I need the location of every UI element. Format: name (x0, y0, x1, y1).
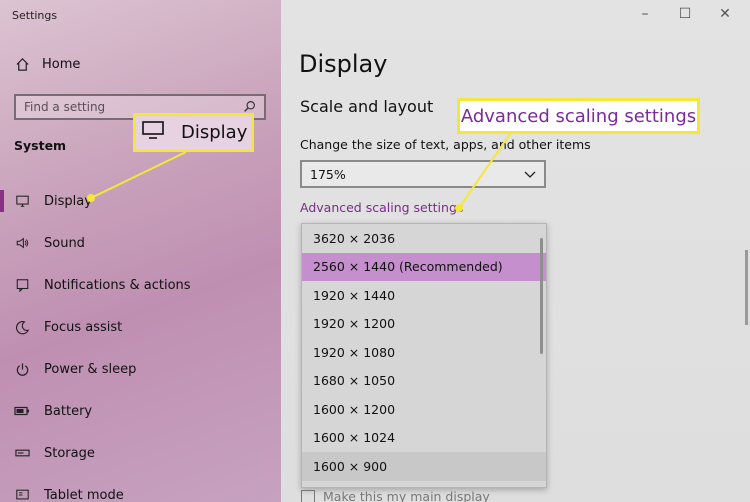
close-icon[interactable]: ✕ (718, 6, 732, 22)
section-title: Scale and layout (300, 97, 434, 116)
sidebar-item-label: Power & sleep (44, 361, 137, 377)
battery-icon (14, 403, 30, 419)
sidebar-item-label: Battery (44, 403, 93, 419)
monitor-icon (14, 193, 30, 209)
sidebar-item-tablet-mode[interactable]: Tablet mode (0, 474, 281, 502)
section-header-system: System (14, 138, 67, 153)
maximize-icon[interactable]: ☐ (678, 6, 692, 22)
sidebar-item-notifications[interactable]: Notifications & actions (0, 264, 281, 306)
sidebar-item-display[interactable]: Display (0, 180, 281, 222)
sidebar: Settings Home System Display (0, 0, 281, 502)
advanced-scaling-callout: Advanced scaling settings (457, 98, 700, 134)
display-callout-label: Display (181, 122, 248, 143)
notification-icon (14, 277, 30, 293)
main-display-checkbox[interactable] (301, 489, 315, 502)
chevron-down-icon (524, 167, 536, 182)
resolution-option[interactable]: 1920 × 1200 (302, 310, 546, 339)
settings-window: Settings Home System Display (0, 0, 750, 502)
scale-label: Change the size of text, apps, and other… (300, 137, 591, 152)
search-input[interactable] (24, 100, 243, 114)
resolution-dropdown-list[interactable]: 3620 × 2036 2560 × 1440 (Recommended) 19… (301, 223, 547, 488)
window-controls: – ☐ ✕ (638, 6, 732, 22)
tablet-icon (14, 487, 30, 502)
minimize-icon[interactable]: – (638, 6, 652, 22)
nav-list: Display Sound Notifications & actions Fo… (0, 180, 281, 502)
resolution-option[interactable]: 1600 × 1200 (302, 395, 546, 424)
scale-value: 175% (310, 166, 346, 182)
resolution-option[interactable]: 1920 × 1440 (302, 281, 546, 310)
home-nav-item[interactable]: Home (14, 56, 80, 72)
sidebar-item-label: Focus assist (44, 319, 123, 335)
sidebar-item-label: Tablet mode (44, 487, 124, 502)
advanced-scaling-link[interactable]: Advanced scaling settings (300, 200, 463, 215)
sidebar-item-sound[interactable]: Sound (0, 222, 281, 264)
power-icon (14, 361, 30, 377)
dropdown-scrollbar[interactable] (540, 238, 543, 354)
moon-icon (14, 319, 30, 335)
main-scrollbar[interactable] (745, 250, 748, 325)
monitor-icon (142, 121, 164, 144)
main-display-label: Make this my main display (323, 489, 490, 502)
speaker-icon (14, 235, 30, 251)
advanced-callout-label: Advanced scaling settings (460, 105, 697, 127)
resolution-option[interactable]: 1600 × 900 (302, 452, 546, 481)
sidebar-item-label: Sound (44, 235, 85, 251)
resolution-option[interactable]: 1680 × 1050 (302, 367, 546, 396)
main-display-option[interactable]: Make this my main display (301, 489, 490, 502)
sidebar-item-power-sleep[interactable]: Power & sleep (0, 348, 281, 390)
resolution-option-selected[interactable]: 2560 × 1440 (Recommended) (302, 252, 546, 281)
sidebar-item-label: Storage (44, 445, 95, 461)
sidebar-item-label: Notifications & actions (44, 277, 191, 293)
home-label: Home (42, 56, 81, 72)
storage-icon (14, 445, 30, 461)
main-pane: – ☐ ✕ Display Scale and layout Change th… (281, 0, 750, 502)
scale-dropdown[interactable]: 175% (300, 160, 546, 188)
sidebar-item-battery[interactable]: Battery (0, 390, 281, 432)
window-title: Settings (12, 9, 58, 22)
sidebar-item-focus-assist[interactable]: Focus assist (0, 306, 281, 348)
resolution-option[interactable]: 3620 × 2036 (302, 224, 546, 253)
resolution-option[interactable]: 1600 × 1024 (302, 424, 546, 453)
page-title: Display (299, 50, 388, 78)
sidebar-item-storage[interactable]: Storage (0, 432, 281, 474)
resolution-option[interactable]: 1920 × 1080 (302, 338, 546, 367)
home-icon (14, 56, 30, 72)
display-callout: Display (133, 113, 254, 152)
sidebar-item-label: Display (44, 193, 92, 209)
